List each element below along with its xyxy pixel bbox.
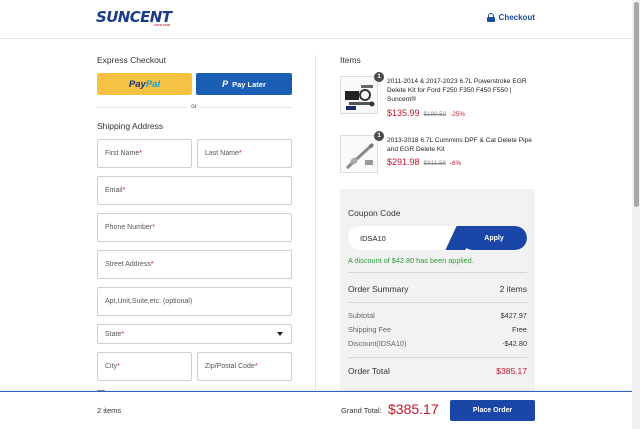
- price-row: $291.98 $311.88 -6%: [387, 157, 461, 167]
- cart-item: 1 2011-2014 & 2017-2023 6.7L Powerstroke…: [340, 72, 535, 121]
- checkout-heading: Checkout: [486, 13, 535, 22]
- quantity-badge: 1: [374, 131, 384, 141]
- discount-percent: -6%: [449, 160, 462, 167]
- phone-placeholder: Phone Number: [105, 224, 153, 231]
- grand-total-label: Grand Total:: [341, 406, 382, 415]
- city-placeholder: City: [105, 363, 118, 370]
- quantity-badge: 1: [374, 72, 384, 82]
- sale-price: $135.99: [387, 108, 420, 118]
- paypal-button[interactable]: Pay Pal: [97, 73, 192, 95]
- last-name-placeholder: Last Name: [205, 150, 239, 157]
- coupon-success-message: A discount of $42.80 has been applied.: [348, 256, 474, 265]
- footer-items-count[interactable]: 2 items: [97, 406, 121, 415]
- shipping-address-title: Shipping Address: [97, 121, 164, 131]
- zip-field[interactable]: Zip/Postal Code *: [197, 352, 292, 381]
- coupon-title: Coupon Code: [348, 208, 401, 218]
- shipping-fee-row: Shipping Fee Free: [348, 325, 527, 334]
- product-name: 2011-2014 & 2017-2023 6.7L Powerstroke E…: [387, 78, 527, 103]
- shipping-fee-value: Free: [511, 325, 527, 334]
- first-name-placeholder: First Name: [105, 150, 140, 157]
- header-bar: SUNCENT AUTO.COM Checkout: [0, 0, 632, 39]
- sticky-footer: 2 items Grand Total: $385.17 Place Order: [0, 391, 632, 429]
- items-title: Items: [340, 55, 361, 65]
- summary-divider: [348, 272, 527, 273]
- product-image[interactable]: [340, 135, 378, 173]
- first-name-field[interactable]: First Name *: [97, 139, 192, 168]
- order-summary-panel: Coupon Code IDSA10 Apply A discount of $…: [340, 189, 535, 394]
- logo-subtext: AUTO.COM: [153, 23, 170, 27]
- original-price: $180.52: [423, 111, 447, 118]
- product-name: 2013-2018 6.7L Cummins DPF & Cat Delete …: [387, 137, 532, 153]
- required-mark: *: [122, 187, 126, 194]
- suncent-logo[interactable]: SUNCENT AUTO.COM: [96, 10, 172, 28]
- apt-field[interactable]: Apt,Unit,Suite,etc. (optional): [97, 287, 292, 316]
- apply-label: Apply: [484, 234, 504, 242]
- place-order-button[interactable]: Place Order: [450, 400, 535, 421]
- original-price: $311.88: [423, 160, 446, 167]
- column-divider: [315, 55, 316, 390]
- required-mark: *: [254, 363, 258, 370]
- street-address-field[interactable]: Street Address *: [97, 250, 292, 279]
- subtotal-value: $427.97: [500, 311, 527, 320]
- shipping-fee-label: Shipping Fee: [348, 325, 392, 334]
- apply-coupon-button[interactable]: Apply: [461, 226, 527, 250]
- order-total-label: Order Total: [348, 366, 390, 376]
- zip-placeholder: Zip/Postal Code: [205, 363, 255, 370]
- discount-row: Discount(IDSA10) -$42.80: [348, 339, 527, 348]
- subtotal-row: Subtotal $427.97: [348, 311, 527, 320]
- required-mark: *: [150, 261, 154, 268]
- grand-total-value: $385.17: [388, 401, 439, 417]
- state-select[interactable]: State*: [97, 324, 292, 344]
- phone-number-field[interactable]: Phone Number *: [97, 213, 292, 242]
- price-row: $135.99 $180.52 -25%: [387, 108, 465, 118]
- discount-value: -$42.80: [502, 339, 527, 348]
- order-summary-title: Order Summary: [348, 284, 409, 294]
- chevron-down-icon: [277, 332, 283, 336]
- order-total-row: Order Total $385.17: [348, 366, 527, 376]
- summary-divider: [348, 302, 527, 303]
- place-order-label: Place Order: [472, 407, 513, 414]
- scrollbar-thumb[interactable]: [634, 2, 639, 207]
- or-divider: or: [97, 103, 292, 111]
- paylater-label: Pay Later: [232, 79, 266, 89]
- paypal-logo-part2: Pal: [145, 78, 161, 90]
- checkout-label: Checkout: [498, 13, 535, 22]
- required-mark: *: [117, 363, 120, 370]
- state-placeholder: State: [105, 330, 122, 338]
- required-mark: *: [238, 150, 242, 157]
- discount-label: Discount(IDSA10): [348, 339, 407, 348]
- street-placeholder: Street Address: [105, 261, 151, 268]
- product-image[interactable]: [340, 76, 378, 114]
- or-text: or: [187, 103, 201, 110]
- email-field[interactable]: Email *: [97, 176, 292, 205]
- discount-percent: -25%: [450, 111, 466, 118]
- order-total-value: $385.17: [496, 366, 527, 376]
- cart-item: 1 2013-2018 6.7L Cummins DPF & Cat Delet…: [340, 131, 535, 175]
- summary-divider: [348, 357, 527, 358]
- paypal-logo-part1: Pay: [128, 78, 146, 90]
- required-mark: *: [152, 224, 155, 231]
- subtotal-label: Subtotal: [348, 311, 375, 320]
- email-placeholder: Email: [105, 187, 123, 194]
- coupon-input[interactable]: IDSA10: [360, 234, 386, 243]
- required-mark: *: [139, 150, 142, 157]
- apt-placeholder: Apt,Unit,Suite,etc. (optional): [105, 298, 193, 305]
- city-field[interactable]: City *: [97, 352, 192, 381]
- paylater-button[interactable]: P Pay Later: [196, 73, 292, 95]
- express-checkout-title: Express Checkout: [97, 55, 166, 65]
- order-summary-count: 2 items: [499, 284, 527, 294]
- paypal-p-icon: P: [222, 79, 229, 89]
- page-scrollbar[interactable]: [632, 0, 640, 429]
- last-name-field[interactable]: Last Name *: [197, 139, 292, 168]
- lock-icon: [486, 13, 495, 22]
- coupon-field: IDSA10 Apply: [348, 226, 527, 250]
- order-summary-header: Order Summary 2 items: [348, 284, 527, 294]
- sale-price: $291.98: [387, 157, 420, 167]
- required-mark: *: [121, 330, 125, 338]
